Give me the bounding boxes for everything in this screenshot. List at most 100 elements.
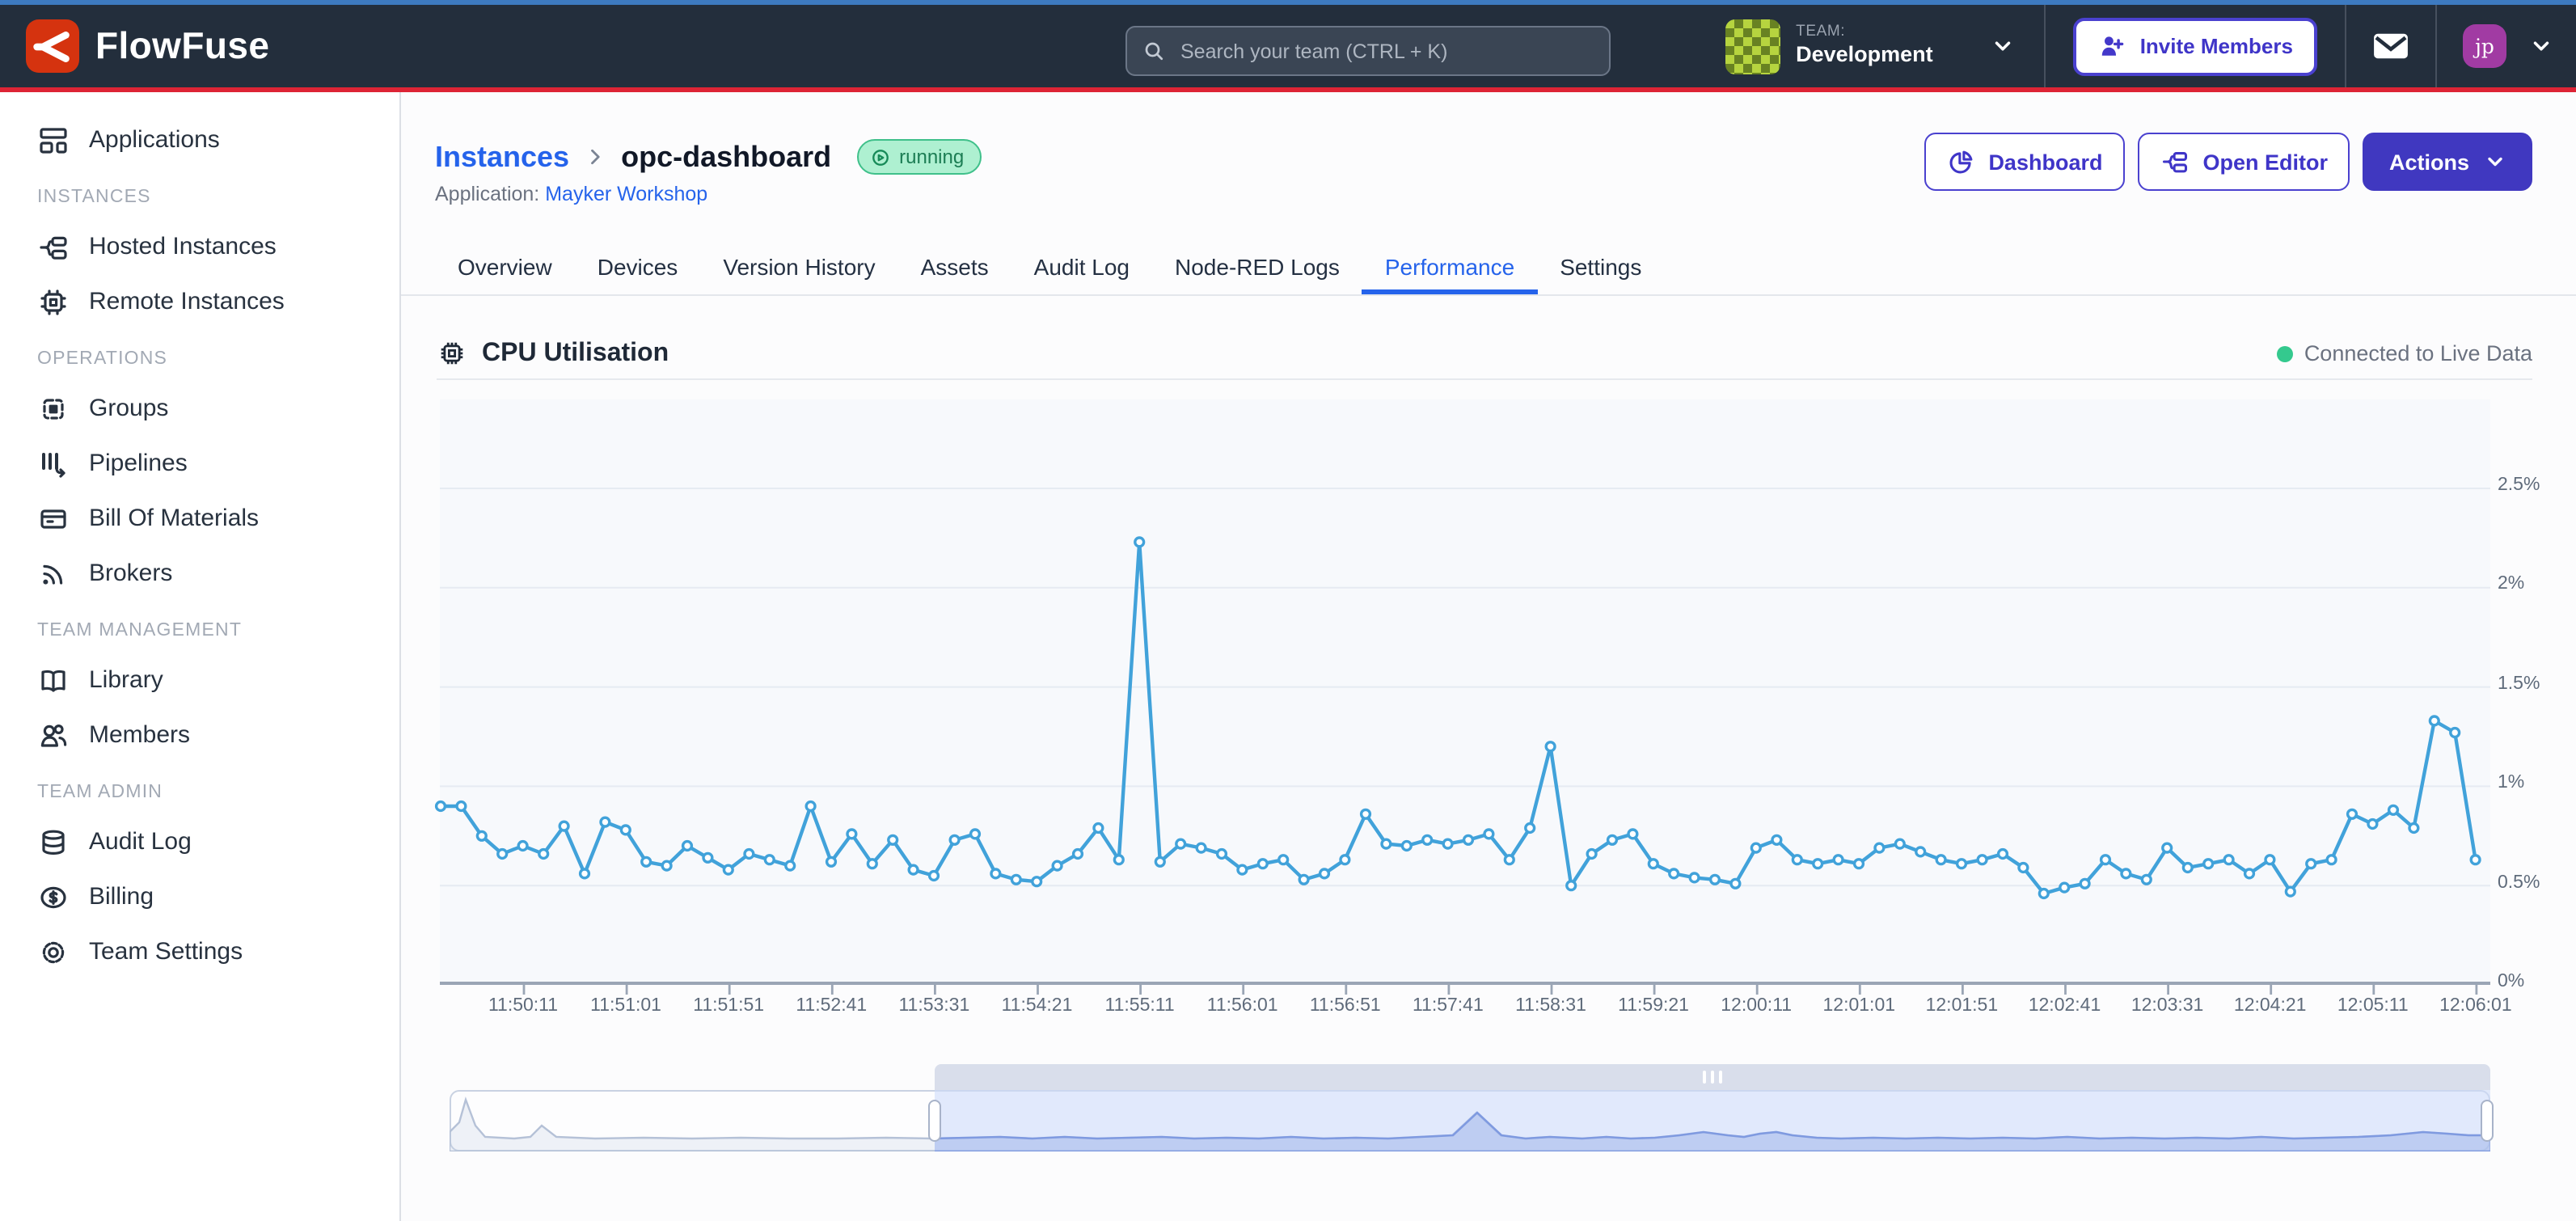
team-label: TEAM: bbox=[1796, 25, 1933, 43]
minimap-selection-chart bbox=[934, 1090, 2490, 1151]
cpu-utilisation-chart bbox=[439, 399, 2489, 995]
sidebar-item-label: Applications bbox=[89, 126, 220, 154]
sidebar-item-pipelines[interactable]: Pipelines bbox=[37, 442, 399, 485]
team-search[interactable] bbox=[1125, 26, 1611, 76]
user-menu[interactable]: jp bbox=[2437, 5, 2576, 87]
page-title: opc-dashboard bbox=[621, 140, 831, 174]
sidebar-item-label: Members bbox=[89, 721, 190, 749]
y-axis-tick-label: 1% bbox=[2498, 773, 2524, 792]
sidebar-item-applications[interactable]: Applications bbox=[37, 118, 399, 162]
breadcrumb-instances-link[interactable]: Instances bbox=[435, 140, 569, 174]
dashboard-button[interactable]: Dashboard bbox=[1924, 133, 2125, 191]
branch-icon bbox=[2160, 147, 2190, 176]
groups-icon bbox=[37, 392, 70, 425]
tab-overview[interactable]: Overview bbox=[435, 241, 575, 294]
sidebar-item-label: Audit Log bbox=[89, 828, 192, 856]
sidebar-item-billing[interactable]: Billing bbox=[37, 875, 399, 919]
minimap-left-handle[interactable] bbox=[927, 1100, 940, 1142]
tab-devices[interactable]: Devices bbox=[575, 241, 701, 294]
notifications-button[interactable] bbox=[2346, 5, 2435, 87]
cpu-icon bbox=[437, 338, 467, 369]
application-link[interactable]: Mayker Workshop bbox=[545, 183, 707, 205]
brokers-icon bbox=[37, 557, 70, 589]
sidebar-item-library[interactable]: Library bbox=[37, 658, 399, 702]
sidebar-item-brokers[interactable]: Brokers bbox=[37, 551, 399, 595]
sidebar-item-label: Remote Instances bbox=[89, 288, 285, 315]
grip-icon bbox=[1703, 1071, 1706, 1084]
team-name: Development bbox=[1796, 42, 1933, 67]
book-icon bbox=[37, 664, 70, 696]
chevron-down-icon bbox=[2529, 34, 2553, 58]
minimap-selection-grip[interactable] bbox=[934, 1064, 2490, 1090]
breadcrumb: Instances opc-dashboard running bbox=[435, 134, 982, 180]
search-input[interactable] bbox=[1177, 38, 1594, 64]
pipelines-icon bbox=[37, 447, 70, 480]
chevron-down-icon bbox=[2484, 150, 2506, 173]
open-editor-button-label: Open Editor bbox=[2202, 150, 2328, 174]
dashboard-button-label: Dashboard bbox=[1988, 150, 2102, 174]
sidebar-item-label: Pipelines bbox=[89, 450, 188, 477]
status-badge-label: running bbox=[899, 146, 964, 168]
y-axis-tick-label: 0% bbox=[2498, 972, 2524, 991]
sidebar-item-hosted-instances[interactable]: Hosted Instances bbox=[37, 225, 399, 268]
pie-chart-icon bbox=[1946, 147, 1975, 176]
y-axis-labels: 0%0.5%1%1.5%2%2.5% bbox=[2498, 399, 2562, 985]
chart-panel-header: CPU Utilisation Connected to Live Data bbox=[437, 328, 2532, 380]
sidebar-item-label: Groups bbox=[89, 395, 168, 422]
search-icon bbox=[1142, 39, 1166, 63]
currency-icon bbox=[37, 881, 70, 913]
branch-icon bbox=[37, 230, 70, 263]
sidebar-section-operations: OPERATIONS bbox=[37, 349, 399, 369]
y-axis-tick-label: 1.5% bbox=[2498, 674, 2540, 694]
sidebar-item-team-settings[interactable]: Team Settings bbox=[37, 930, 399, 974]
grip-icon bbox=[1711, 1071, 1714, 1084]
sidebar-item-label: Hosted Instances bbox=[89, 233, 277, 260]
team-selector[interactable]: TEAM: Development bbox=[1708, 5, 2045, 87]
sidebar-item-remote-instances[interactable]: Remote Instances bbox=[37, 280, 399, 323]
application-label: Application: bbox=[435, 183, 539, 205]
status-badge: running bbox=[857, 139, 982, 175]
invite-members-label: Invite Members bbox=[2140, 34, 2293, 58]
actions-button[interactable]: Actions bbox=[2363, 133, 2532, 191]
invite-members-button[interactable]: Invite Members bbox=[2074, 17, 2317, 75]
y-axis-tick-label: 2% bbox=[2498, 575, 2524, 594]
sidebar-item-members[interactable]: Members bbox=[37, 713, 399, 757]
envelope-icon bbox=[2372, 31, 2409, 61]
application-row: Application: Mayker Workshop bbox=[435, 183, 707, 205]
x-axis-labels: 11:50:1111:51:0111:51:5111:52:4111:53:31… bbox=[439, 996, 2489, 1022]
live-status-label: Connected to Live Data bbox=[2304, 341, 2532, 365]
live-dot-icon bbox=[2277, 345, 2293, 361]
x-axis-tick-label: 12:06:01 bbox=[2411, 996, 2540, 1016]
tab-nodered-logs[interactable]: Node-RED Logs bbox=[1152, 241, 1362, 294]
minimap-right-handle[interactable] bbox=[2481, 1100, 2494, 1142]
top-nav: FlowFuse TEAM: Development bbox=[0, 0, 2576, 92]
chart-title: CPU Utilisation bbox=[482, 339, 669, 368]
y-axis-tick-label: 0.5% bbox=[2498, 872, 2540, 892]
actions-button-label: Actions bbox=[2389, 150, 2469, 174]
sidebar-item-groups[interactable]: Groups bbox=[37, 387, 399, 430]
flowfuse-logo[interactable]: FlowFuse bbox=[26, 19, 269, 73]
tab-performance[interactable]: Performance bbox=[1362, 241, 1537, 294]
open-editor-button[interactable]: Open Editor bbox=[2138, 133, 2350, 191]
tab-settings[interactable]: Settings bbox=[1537, 241, 1664, 294]
instance-tabs: Overview Devices Version History Assets … bbox=[401, 241, 2576, 296]
user-avatar: jp bbox=[2463, 24, 2506, 68]
sidebar-item-label: Billing bbox=[89, 883, 154, 910]
chip-icon bbox=[37, 285, 70, 318]
sidebar-item-audit-log[interactable]: Audit Log bbox=[37, 820, 399, 864]
minimap-selection[interactable] bbox=[934, 1090, 2490, 1151]
tab-assets[interactable]: Assets bbox=[898, 241, 1011, 294]
header-actions: Dashboard Open Editor Actions bbox=[1924, 133, 2532, 191]
sidebar-item-bill-of-materials[interactable]: Bill Of Materials bbox=[37, 496, 399, 540]
grip-icon bbox=[1719, 1071, 1722, 1084]
flowfuse-logo-icon bbox=[26, 19, 79, 73]
database-icon bbox=[37, 826, 70, 858]
app-window: FlowFuse TEAM: Development bbox=[0, 0, 2576, 1221]
sidebar-item-label: Team Settings bbox=[89, 938, 243, 965]
chevron-right-icon bbox=[584, 146, 606, 168]
tab-audit-log[interactable]: Audit Log bbox=[1011, 241, 1152, 294]
tab-version-history[interactable]: Version History bbox=[700, 241, 897, 294]
sidebar-section-team-management: TEAM MANAGEMENT bbox=[37, 621, 399, 640]
sidebar: Applications INSTANCES Hosted Instances … bbox=[0, 92, 401, 1221]
applications-icon bbox=[37, 124, 70, 156]
